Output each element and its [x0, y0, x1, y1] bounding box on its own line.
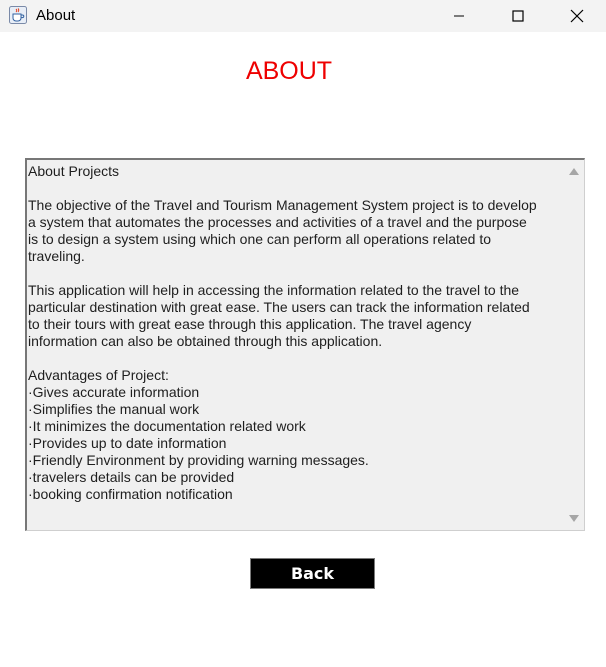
minimize-button[interactable]: [430, 0, 488, 32]
title-bar[interactable]: About: [0, 0, 606, 32]
vertical-scrollbar[interactable]: [565, 160, 584, 530]
about-text-area[interactable]: About Projects The objective of the Trav…: [25, 158, 585, 531]
close-icon: [570, 9, 584, 23]
scroll-down-icon[interactable]: [569, 515, 579, 522]
scroll-up-icon[interactable]: [569, 168, 579, 175]
java-cup-icon: [9, 6, 27, 24]
back-button[interactable]: Back: [250, 558, 375, 589]
about-text[interactable]: About Projects The objective of the Trav…: [28, 163, 563, 503]
page-heading: ABOUT: [245, 57, 333, 85]
maximize-icon: [512, 10, 524, 22]
maximize-button[interactable]: [489, 0, 547, 32]
window-title: About: [36, 7, 76, 24]
minimize-icon: [454, 15, 464, 17]
close-button[interactable]: [548, 0, 606, 32]
